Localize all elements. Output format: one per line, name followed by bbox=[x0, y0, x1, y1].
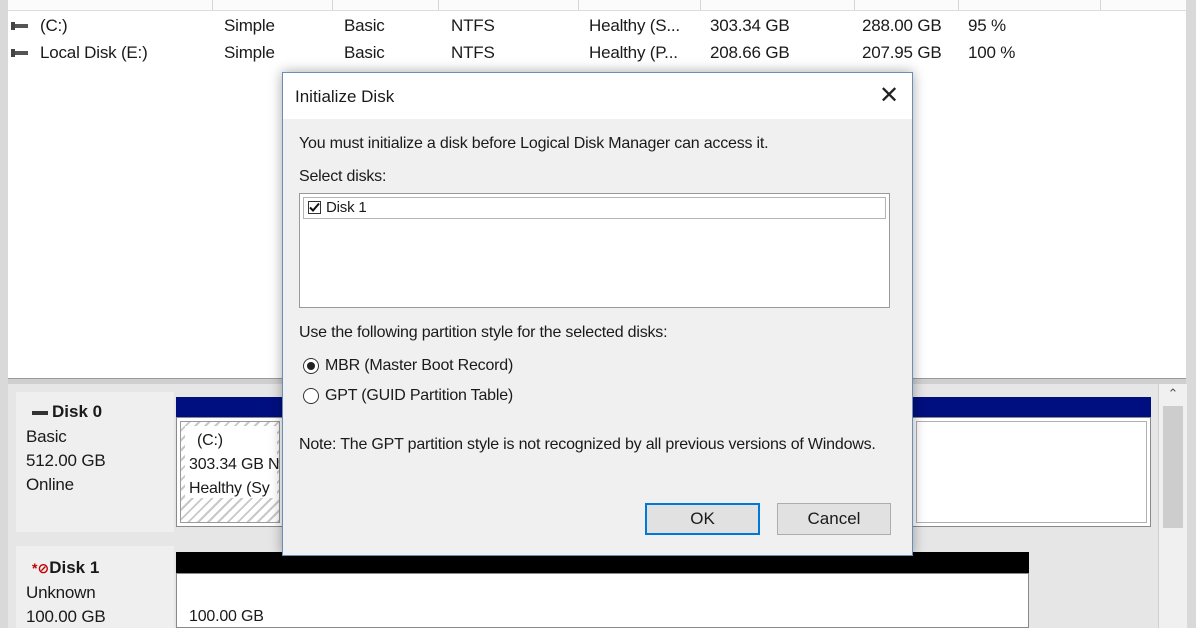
cancel-button[interactable]: Cancel bbox=[777, 503, 891, 535]
column-separator[interactable] bbox=[212, 0, 213, 10]
disk-1-size: 100.00 GB bbox=[26, 607, 106, 626]
volume-free-space: 207.95 GB bbox=[862, 43, 942, 62]
column-separator[interactable] bbox=[578, 0, 579, 10]
volume-percent-free: 95 % bbox=[968, 16, 1006, 35]
disk-listbox[interactable]: Disk 1 bbox=[299, 193, 890, 308]
volume-capacity: 303.34 GB bbox=[710, 16, 790, 35]
volume-file-system: NTFS bbox=[451, 43, 495, 62]
disk-0-name: Disk 0 bbox=[52, 402, 103, 421]
partition-c[interactable]: (C:) 303.34 GB N Healthy (Sy bbox=[180, 421, 280, 523]
mbr-label: MBR (Master Boot Record) bbox=[325, 357, 514, 374]
disk-1-unallocated-size: 100.00 GB bbox=[189, 608, 264, 625]
initialize-disk-dialog: Initialize Disk ✕ You must initialize a … bbox=[282, 72, 913, 556]
partition-c-status: Healthy (Sy bbox=[189, 480, 270, 497]
disk-1-label[interactable]: *⊘Disk 1 Unknown 100.00 GB bbox=[16, 546, 174, 628]
gpt-label: GPT (GUID Partition Table) bbox=[325, 387, 514, 404]
offline-disk-icon: *⊘ bbox=[32, 560, 50, 576]
disk-1-checkbox[interactable] bbox=[308, 201, 321, 214]
volume-percent-free: 100 % bbox=[968, 43, 1016, 62]
disk-list-item[interactable]: Disk 1 bbox=[303, 197, 886, 219]
volume-capacity: 208.66 GB bbox=[710, 43, 790, 62]
volume-icon bbox=[11, 49, 28, 57]
disk-0-label[interactable]: Disk 0 Basic 512.00 GB Online bbox=[16, 392, 174, 532]
close-icon[interactable]: ✕ bbox=[872, 79, 906, 113]
partition-c-info: (C:) 303.34 GB N Healthy (Sy bbox=[185, 426, 280, 498]
disk-1-kind: Unknown bbox=[26, 583, 96, 602]
volume-type: Basic bbox=[344, 16, 385, 35]
dialog-title: Initialize Disk bbox=[295, 87, 395, 106]
mbr-option[interactable]: MBR (Master Boot Record) bbox=[303, 355, 563, 377]
mbr-radio[interactable] bbox=[303, 358, 319, 374]
partition-e[interactable] bbox=[916, 421, 1147, 523]
chevron-up-icon[interactable]: ⌃ bbox=[1159, 384, 1187, 404]
volume-icon bbox=[11, 22, 28, 30]
partition-c-label: (C:) bbox=[197, 432, 223, 449]
volume-type: Basic bbox=[344, 43, 385, 62]
dialog-intro-text: You must initialize a disk before Logica… bbox=[299, 135, 769, 152]
column-separator[interactable] bbox=[958, 0, 959, 10]
disk-1-name: Disk 1 bbox=[49, 558, 100, 577]
column-separator[interactable] bbox=[1100, 0, 1101, 10]
scrollbar-thumb[interactable] bbox=[1163, 406, 1183, 528]
gpt-note: Note: The GPT partition style is not rec… bbox=[299, 436, 876, 453]
disk-0-title: Disk 0 bbox=[32, 402, 102, 422]
volume-status: Healthy (S... bbox=[589, 16, 680, 35]
ok-button[interactable]: OK bbox=[645, 503, 760, 535]
disk-0-kind: Basic bbox=[26, 427, 67, 446]
volume-layout: Simple bbox=[224, 43, 275, 62]
volume-file-system: NTFS bbox=[451, 16, 495, 35]
gpt-option[interactable]: GPT (GUID Partition Table) bbox=[303, 385, 563, 407]
select-disks-label: Select disks: bbox=[299, 168, 387, 185]
column-separator[interactable] bbox=[332, 0, 333, 10]
disk-1-unallocated[interactable]: 100.00 GB bbox=[176, 573, 1029, 628]
column-separator[interactable] bbox=[438, 0, 439, 10]
disk-0-state: Online bbox=[26, 475, 74, 494]
gpt-radio[interactable] bbox=[303, 388, 319, 404]
volume-layout: Simple bbox=[224, 16, 275, 35]
volume-list-header[interactable] bbox=[8, 0, 1186, 11]
volume-free-space: 288.00 GB bbox=[862, 16, 942, 35]
column-separator[interactable] bbox=[700, 0, 701, 10]
checkmark-icon bbox=[309, 202, 320, 212]
disk-icon bbox=[32, 410, 48, 415]
partition-style-label: Use the following partition style for th… bbox=[299, 324, 668, 341]
volume-row[interactable]: (C:) Simple Basic NTFS Healthy (S... 303… bbox=[8, 13, 1186, 39]
disk-1-title: *⊘Disk 1 bbox=[32, 558, 99, 578]
volume-row[interactable]: Local Disk (E:) Simple Basic NTFS Health… bbox=[8, 40, 1186, 66]
partition-c-size: 303.34 GB N bbox=[189, 456, 280, 473]
volume-status: Healthy (P... bbox=[589, 43, 678, 62]
dialog-titlebar[interactable]: Initialize Disk ✕ bbox=[283, 73, 912, 119]
vertical-scrollbar[interactable]: ⌃ bbox=[1158, 384, 1187, 628]
disk-list-item-label: Disk 1 bbox=[326, 199, 367, 216]
disk-0-size: 512.00 GB bbox=[26, 451, 106, 470]
volume-name: (C:) bbox=[40, 16, 68, 35]
volume-name: Local Disk (E:) bbox=[40, 43, 148, 62]
column-separator[interactable] bbox=[854, 0, 855, 10]
